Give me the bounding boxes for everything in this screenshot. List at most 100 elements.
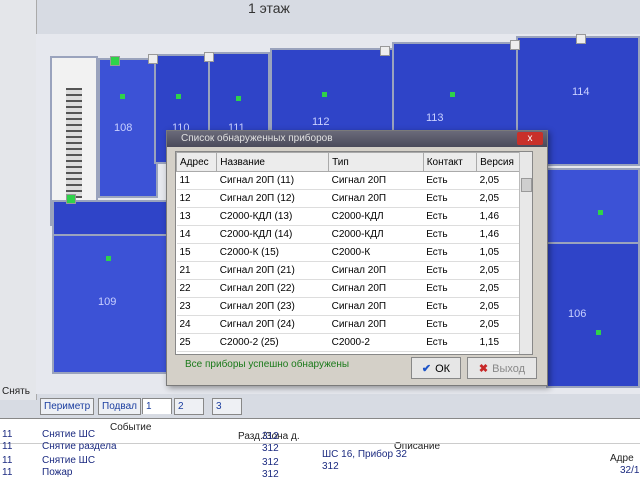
col-name[interactable]: Название: [216, 152, 330, 172]
cell-address: 15: [176, 243, 217, 262]
cell-type: С2000-КДЛ: [328, 207, 424, 226]
cell-address: 12: [176, 189, 217, 208]
sensor-icon[interactable]: [176, 94, 181, 99]
dialog-title: Список обнаруженных приборов: [181, 133, 333, 144]
room-label: 114: [572, 86, 590, 98]
tab-floor-3[interactable]: 3 этаж: [212, 398, 242, 427]
room-label: 112: [312, 116, 330, 128]
sensor-icon[interactable]: [598, 210, 603, 215]
device-icon[interactable]: [110, 56, 120, 66]
cell-contact: Есть: [423, 333, 477, 352]
ok-label: ОК: [435, 363, 451, 375]
room-label: 113: [426, 112, 444, 124]
table-row[interactable]: 11 Сигнал 20П (11) Сигнал 20П Есть 2,05: [176, 171, 532, 190]
event-log[interactable]: Событие Разд./Зона д. Описание Адре 11 Сн…: [0, 418, 640, 480]
room-108[interactable]: 108: [98, 58, 158, 198]
cell-address: 24: [176, 315, 217, 334]
room-label: 109: [98, 296, 117, 308]
scrollbar-thumb[interactable]: [521, 178, 532, 192]
cell-name: Сигнал 20П (24): [216, 315, 329, 334]
cell-address: 25: [176, 333, 217, 352]
device-icon[interactable]: [66, 194, 76, 204]
log-zone: 312: [262, 457, 279, 468]
door-icon: [148, 54, 158, 64]
table-row[interactable]: 15 С2000-К (15) С2000-К Есть 1,05: [176, 243, 532, 262]
x-icon: ✖: [478, 363, 489, 375]
log-event: Снятие ШС: [42, 429, 96, 440]
cell-type: С2000-К: [328, 243, 424, 262]
log-header-address[interactable]: Адре: [610, 453, 634, 464]
cell-type: Сигнал 20П: [328, 189, 424, 208]
table-row[interactable]: 23 Сигнал 20П (23) Сигнал 20П Есть 2,05: [176, 297, 532, 316]
room-109[interactable]: 109: [52, 234, 168, 374]
log-address: 32/1: [620, 465, 640, 476]
sensor-icon[interactable]: [596, 330, 601, 335]
devices-table[interactable]: Адрес Название Тип Контакт Версия 11 Сигн…: [175, 151, 533, 355]
cell-name: С2000-2 (25): [216, 333, 329, 352]
dialog-titlebar[interactable]: Список обнаруженных приборов x: [167, 131, 547, 147]
cell-name: Сигнал 20П (11): [216, 171, 329, 190]
log-zone: 312: [262, 443, 279, 454]
door-icon: [510, 40, 520, 50]
log-row-number: 11: [2, 467, 13, 478]
cell-contact: Есть: [423, 297, 477, 316]
table-row[interactable]: 22 Сигнал 20П (22) Сигнал 20П Есть 2,05: [176, 279, 532, 298]
table-row[interactable]: 13 С2000-КДЛ (13) С2000-КДЛ Есть 1,46: [176, 207, 532, 226]
table-header-row: Адрес Название Тип Контакт Версия: [176, 152, 532, 172]
cell-contact: Есть: [423, 315, 477, 334]
log-row-number: 11: [2, 441, 13, 452]
table-row[interactable]: 25 С2000-2 (25) С2000-2 Есть 1,15: [176, 333, 532, 352]
log-description: ШС 16, Прибор 32: [322, 449, 407, 460]
sensor-icon[interactable]: [322, 92, 327, 97]
log-description: 312: [322, 461, 339, 472]
ok-button[interactable]: ✔ ОК: [411, 357, 461, 379]
cell-type: С2000-2: [328, 333, 424, 352]
table-row[interactable]: 14 С2000-КДЛ (14) С2000-КДЛ Есть 1,46: [176, 225, 532, 244]
cell-name: Сигнал 20П (21): [216, 261, 329, 280]
col-contact[interactable]: Контакт: [422, 152, 478, 172]
log-header-event[interactable]: Событие: [110, 422, 151, 433]
sensor-icon[interactable]: [450, 92, 455, 97]
cell-type: Сигнал 20П: [328, 297, 424, 316]
tab-basement[interactable]: Подвал: [98, 398, 141, 415]
cell-type: Сигнал 20П: [328, 279, 424, 298]
tab-floor-2[interactable]: 2 этаж: [174, 398, 204, 427]
cell-contact: Есть: [423, 207, 477, 226]
snyat-button[interactable]: Снять: [2, 386, 30, 397]
status-message: Все приборы успешно обнаружены: [185, 359, 350, 370]
table-row[interactable]: 12 Сигнал 20П (12) Сигнал 20П Есть 2,05: [176, 189, 532, 208]
room-right-upper[interactable]: [546, 168, 640, 244]
col-type[interactable]: Тип: [328, 152, 424, 172]
cell-contact: Есть: [423, 261, 477, 280]
log-event: Снятие раздела: [42, 441, 117, 452]
sensor-icon[interactable]: [106, 256, 111, 261]
close-button[interactable]: x: [517, 132, 543, 145]
door-icon: [204, 52, 214, 62]
sensor-icon[interactable]: [120, 94, 125, 99]
tab-floor-1[interactable]: 1 этаж: [142, 398, 172, 427]
sensor-icon[interactable]: [236, 96, 241, 101]
col-address[interactable]: Адрес: [176, 152, 218, 172]
device-discovery-dialog[interactable]: Список обнаруженных приборов x Адрес Наз…: [166, 130, 548, 386]
cell-type: С2000-КДЛ: [328, 225, 424, 244]
cell-name: С2000-КДЛ (13): [216, 207, 329, 226]
cell-contact: Есть: [423, 225, 477, 244]
table-row[interactable]: 24 Сигнал 20П (24) Сигнал 20П Есть 2,05: [176, 315, 532, 334]
cell-address: 23: [176, 297, 217, 316]
cell-address: 14: [176, 225, 217, 244]
cell-type: Сигнал 20П: [328, 171, 424, 190]
corridor: [52, 200, 168, 236]
exit-button[interactable]: ✖ Выход: [467, 357, 537, 379]
cell-name: Сигнал 20П (23): [216, 297, 329, 316]
cell-name: С2000-К (15): [216, 243, 329, 262]
door-icon: [380, 46, 390, 56]
room-label: 108: [114, 122, 133, 134]
cell-address: 13: [176, 207, 217, 226]
floor-title: 1 этаж: [248, 0, 290, 16]
exit-label: Выход: [492, 363, 526, 375]
tab-perimeter[interactable]: Периметр: [40, 398, 95, 415]
table-scrollbar[interactable]: [519, 152, 532, 354]
room-106[interactable]: 106: [546, 242, 640, 388]
cell-name: С2000-КДЛ (14): [216, 225, 329, 244]
table-row[interactable]: 21 Сигнал 20П (21) Сигнал 20П Есть 2,05: [176, 261, 532, 280]
